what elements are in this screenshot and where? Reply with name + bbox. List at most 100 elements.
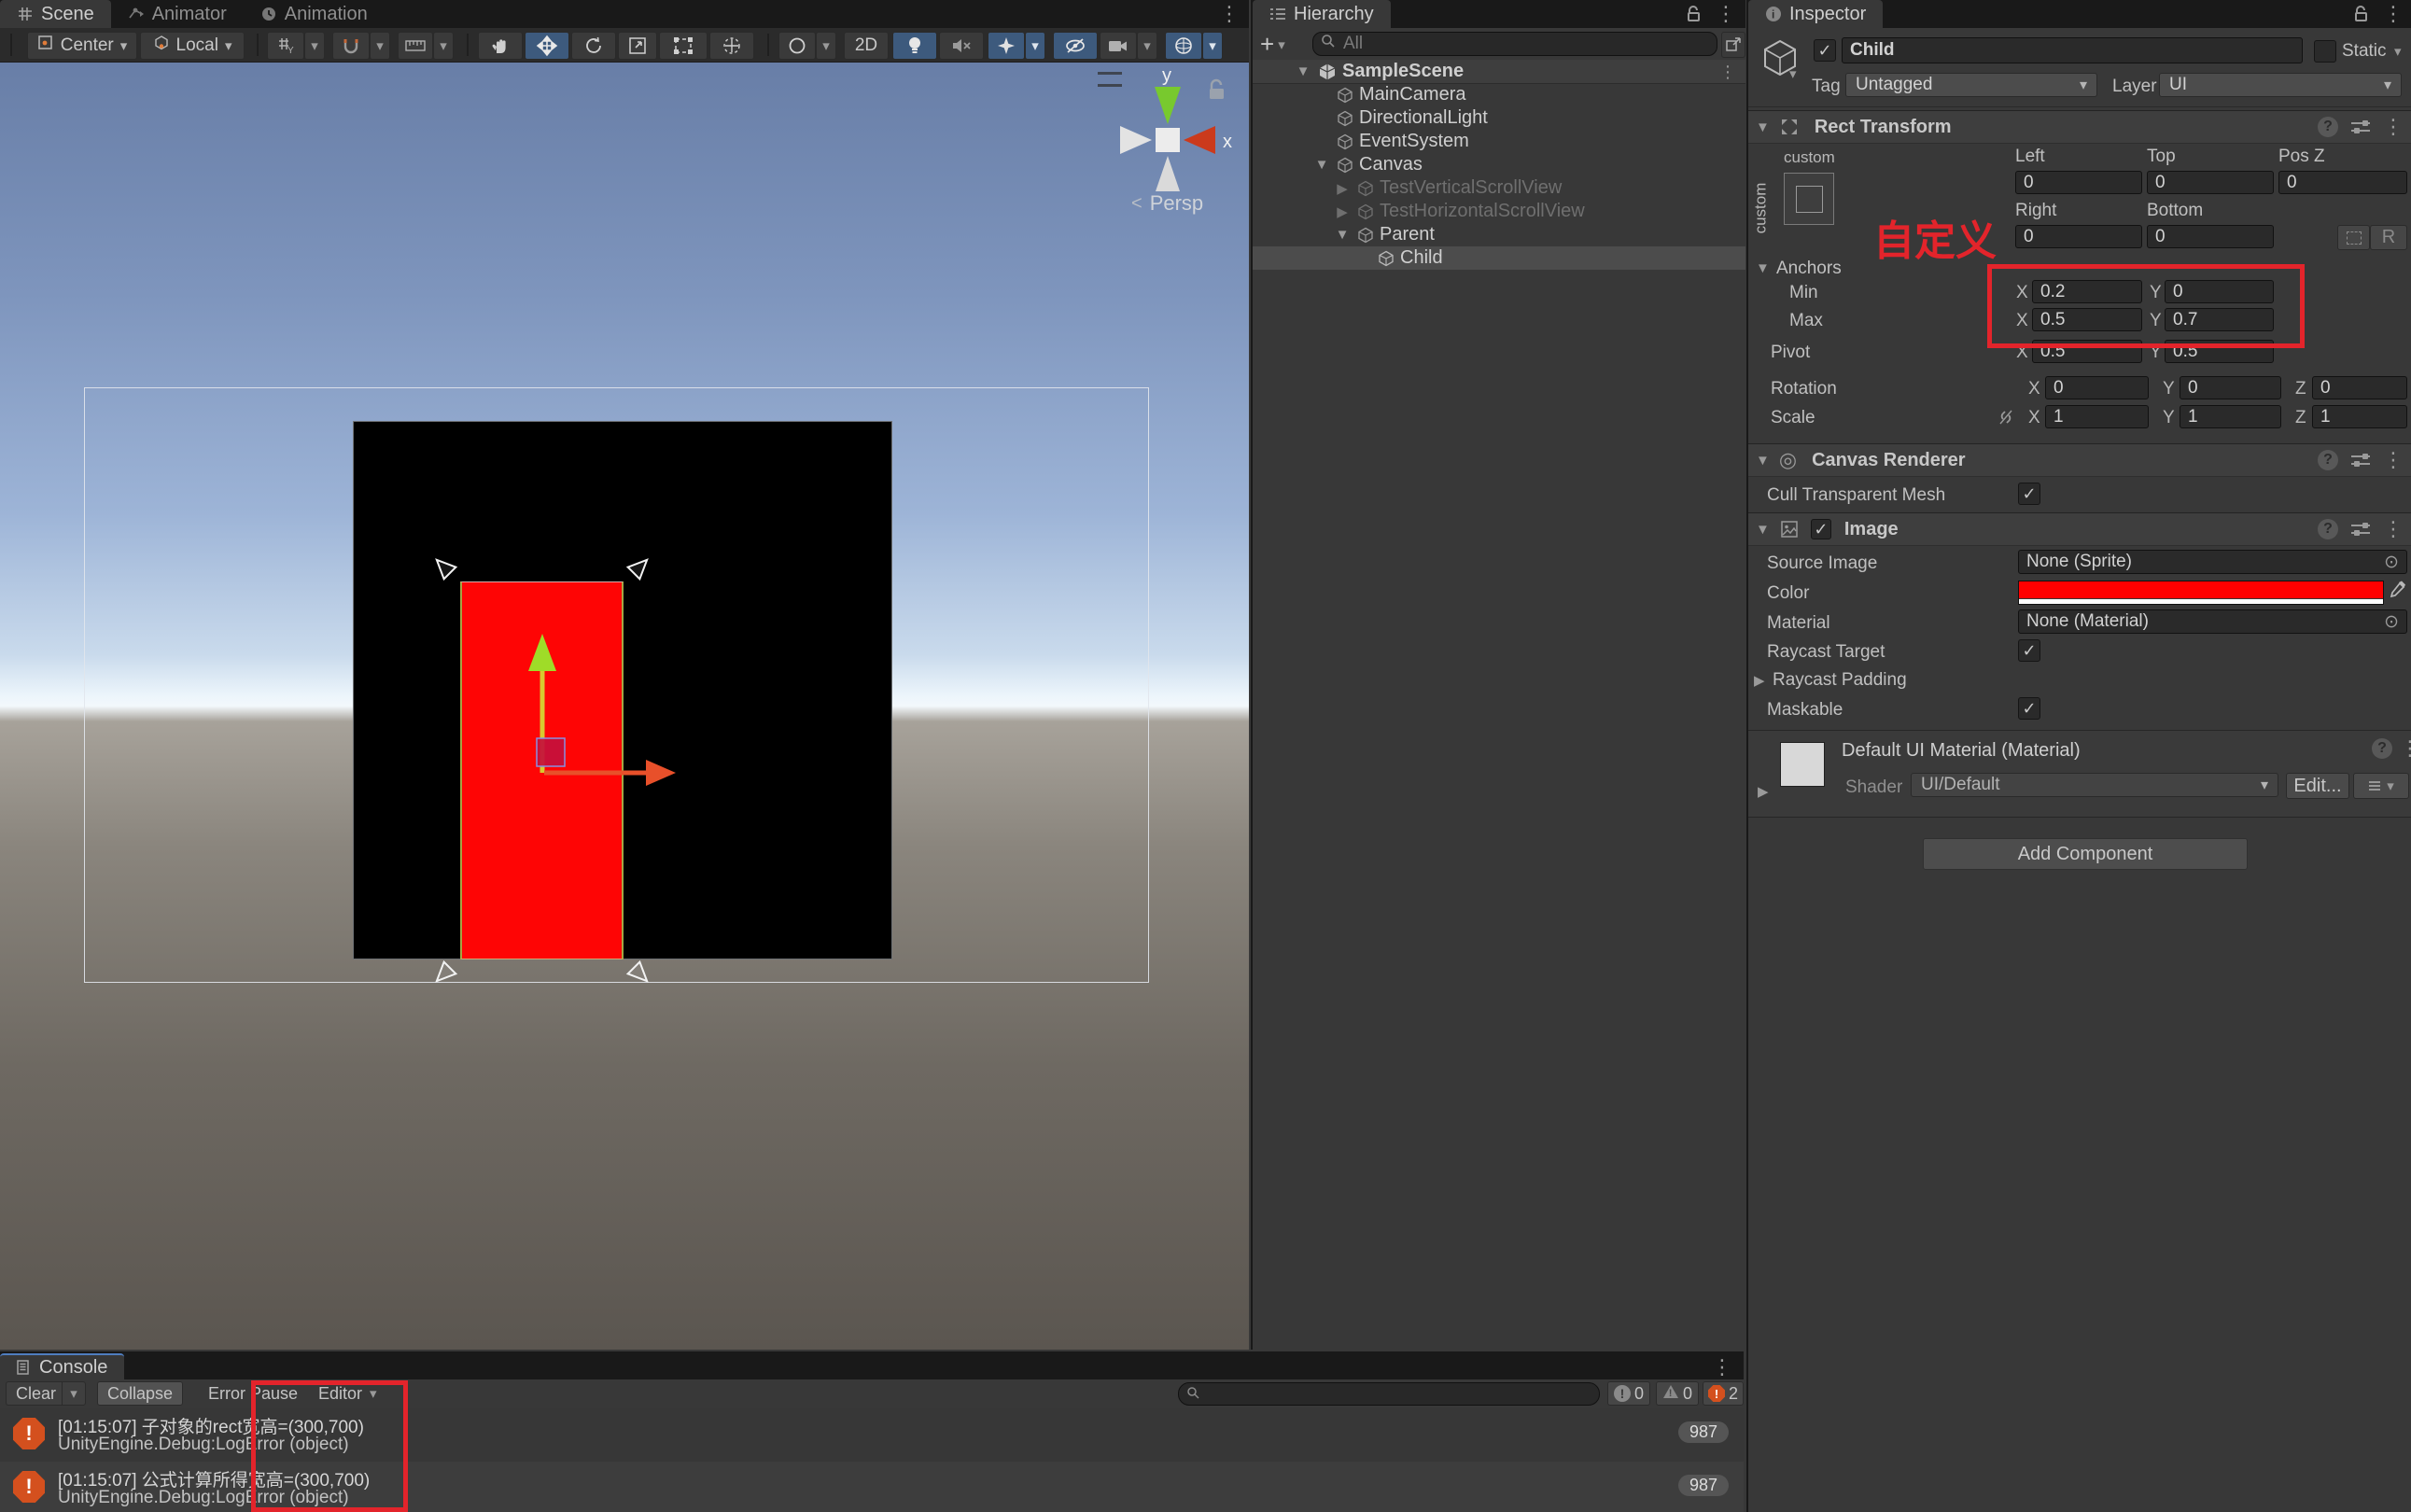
presets-icon[interactable] [2351,522,2370,537]
eyedropper-icon[interactable] [2389,581,2407,609]
move-tool-button[interactable] [525,32,569,60]
component-menu-icon[interactable]: ⋮ [2383,519,2404,539]
object-picker-icon[interactable]: ⊙ [2384,611,2399,633]
console-menu-icon[interactable]: ⋮ [1712,1357,1732,1378]
help-icon[interactable]: ? [2318,117,2338,137]
bottom-field[interactable]: 0 [2147,225,2274,248]
rect-tool-button[interactable] [659,32,708,60]
gizmos-toggle-button[interactable] [1165,32,1202,60]
gameobject-icon-caret[interactable]: ▾ [1789,65,1797,82]
hand-tool-button[interactable] [478,32,523,60]
hierarchy-menu-icon[interactable]: ⋮ [1716,4,1736,24]
tab-hierarchy[interactable]: Hierarchy [1253,0,1391,28]
foldout-icon[interactable]: ▼ [1333,227,1352,243]
top-field[interactable]: 0 [2147,171,2274,194]
scene-picker-button[interactable] [1721,32,1745,58]
rotate-tool-button[interactable] [571,32,616,60]
color-swatch[interactable] [2018,581,2384,605]
component-menu-icon[interactable]: ⋮ [2383,117,2404,137]
effects-caret[interactable]: ▾ [1025,32,1045,60]
console-log-row[interactable]: ! [01:15:07] 公式计算所得宽高=(300,700) UnityEng… [0,1462,1744,1512]
hierarchy-lock-icon[interactable] [1686,6,1701,22]
console-error-count[interactable]: ! 2 [1703,1381,1744,1406]
anchor-preset-button[interactable] [1784,173,1834,225]
pivot-mode-button[interactable]: Center ▾ [27,32,137,60]
lighting-toggle-button[interactable] [892,32,937,60]
foldout-icon[interactable]: ▼ [1756,453,1770,469]
material-field[interactable]: None (Material) ⊙ [2018,609,2407,634]
console-info-count[interactable]: ! 0 [1607,1381,1650,1406]
hierarchy-search-input[interactable]: All [1312,32,1717,56]
hierarchy-item-samplescene[interactable]: ▼ SampleScene ⋮ [1253,60,1745,84]
presets-icon[interactable] [2351,453,2370,468]
tab-console[interactable]: Console [0,1353,124,1379]
tag-dropdown[interactable]: Untagged▾ [1845,73,2097,97]
increment-snap-caret[interactable]: ▾ [433,32,454,60]
console-editor-dropdown[interactable]: Editor▾ [308,1381,387,1406]
rotation-y-field[interactable]: 0 [2180,376,2281,399]
raycast-target-checkbox[interactable]: ✓ [2018,639,2040,662]
scene-orientation-gizmo[interactable]: y x [1101,66,1249,197]
scene-menu-icon[interactable]: ⋮ [1219,4,1240,24]
material-thumbnail[interactable] [1780,742,1825,787]
console-clear-caret[interactable]: ▾ [62,1381,86,1406]
add-component-button[interactable]: Add Component [1923,838,2248,870]
cull-transparent-mesh-checkbox[interactable]: ✓ [2018,483,2040,505]
canvas-renderer-header[interactable]: ▼ ◎ Canvas Renderer ? ⋮ [1748,443,2411,477]
draw-mode-caret[interactable]: ▾ [816,32,836,60]
anchor-min-y-field[interactable]: 0 [2165,280,2274,303]
anchor-max-y-field[interactable]: 0.7 [2165,308,2274,331]
increment-snap-button[interactable] [398,32,433,60]
foldout-icon[interactable]: ▼ [1294,63,1312,79]
effects-toggle-button[interactable] [988,32,1025,60]
link-broken-icon[interactable] [1997,408,2015,432]
component-menu-icon[interactable]: ⋮ [2383,450,2404,470]
grid-snap-caret[interactable]: ▾ [304,32,325,60]
foldout-icon[interactable]: ▼ [1312,157,1331,173]
create-object-button[interactable]: + ▾ [1260,30,1285,59]
magnet-snap-button[interactable] [332,32,370,60]
hierarchy-item-testhorizontalscrollview[interactable]: ▶ TestHorizontalScrollView [1253,200,1745,223]
2d-mode-button[interactable]: 2D [844,32,889,60]
blueprint-mode-button[interactable] [2337,225,2370,250]
hierarchy-item-directionallight[interactable]: DirectionalLight [1253,106,1745,130]
source-image-field[interactable]: None (Sprite) ⊙ [2018,550,2407,574]
magnet-snap-caret[interactable]: ▾ [370,32,390,60]
rotation-x-field[interactable]: 0 [2045,376,2149,399]
material-foldout-icon[interactable]: ▶ [1758,783,1769,800]
scale-z-field[interactable]: 1 [2312,405,2407,428]
gizmos-caret[interactable]: ▾ [1202,32,1223,60]
help-icon[interactable]: ? [2318,450,2338,470]
camera-view-caret[interactable]: ▾ [1137,32,1157,60]
foldout-icon[interactable]: ▶ [1333,203,1352,220]
projection-toggle[interactable]: < Persp [1131,191,1203,216]
help-icon[interactable]: ? [2318,519,2338,539]
camera-view-button[interactable] [1100,32,1137,60]
anchor-min-x-field[interactable]: 0.2 [2032,280,2142,303]
tab-animation[interactable]: Animation [244,0,385,28]
scale-tool-button[interactable] [618,32,657,60]
shader-edit-button[interactable]: Edit... [2286,773,2349,799]
shader-list-button[interactable]: ▾ [2353,773,2409,799]
hierarchy-item-canvas[interactable]: ▼ Canvas [1253,153,1745,176]
raw-edit-button[interactable]: R [2370,225,2407,250]
foldout-icon[interactable]: ▼ [1756,119,1770,135]
transform-tool-button[interactable] [709,32,754,60]
tab-inspector[interactable]: i Inspector [1748,0,1883,28]
console-clear-button[interactable]: Clear [6,1381,65,1406]
console-warning-count[interactable]: ! 0 [1656,1381,1699,1406]
inspector-lock-icon[interactable] [2353,6,2368,22]
transform-gizmo-overlay[interactable] [0,63,1249,1350]
console-log-row[interactable]: ! [01:15:07] 子对象的rect宽高=(300,700) UnityE… [0,1408,1744,1463]
presets-icon[interactable] [2351,119,2370,134]
help-icon[interactable]: ? [2372,738,2392,759]
raycast-padding-foldout-icon[interactable]: ▶ [1754,672,1765,689]
rotation-z-field[interactable]: 0 [2312,376,2407,399]
draw-mode-button[interactable] [778,32,816,60]
material-menu-icon[interactable]: ⋮ [2400,738,2411,759]
rect-transform-header[interactable]: ▼ Rect Transform ? ⋮ [1748,110,2411,144]
scale-y-field[interactable]: 1 [2180,405,2281,428]
anchors-foldout-icon[interactable]: ▼ [1756,260,1770,276]
object-picker-icon[interactable]: ⊙ [2384,552,2399,573]
hierarchy-item-parent[interactable]: ▼ Parent [1253,223,1745,246]
